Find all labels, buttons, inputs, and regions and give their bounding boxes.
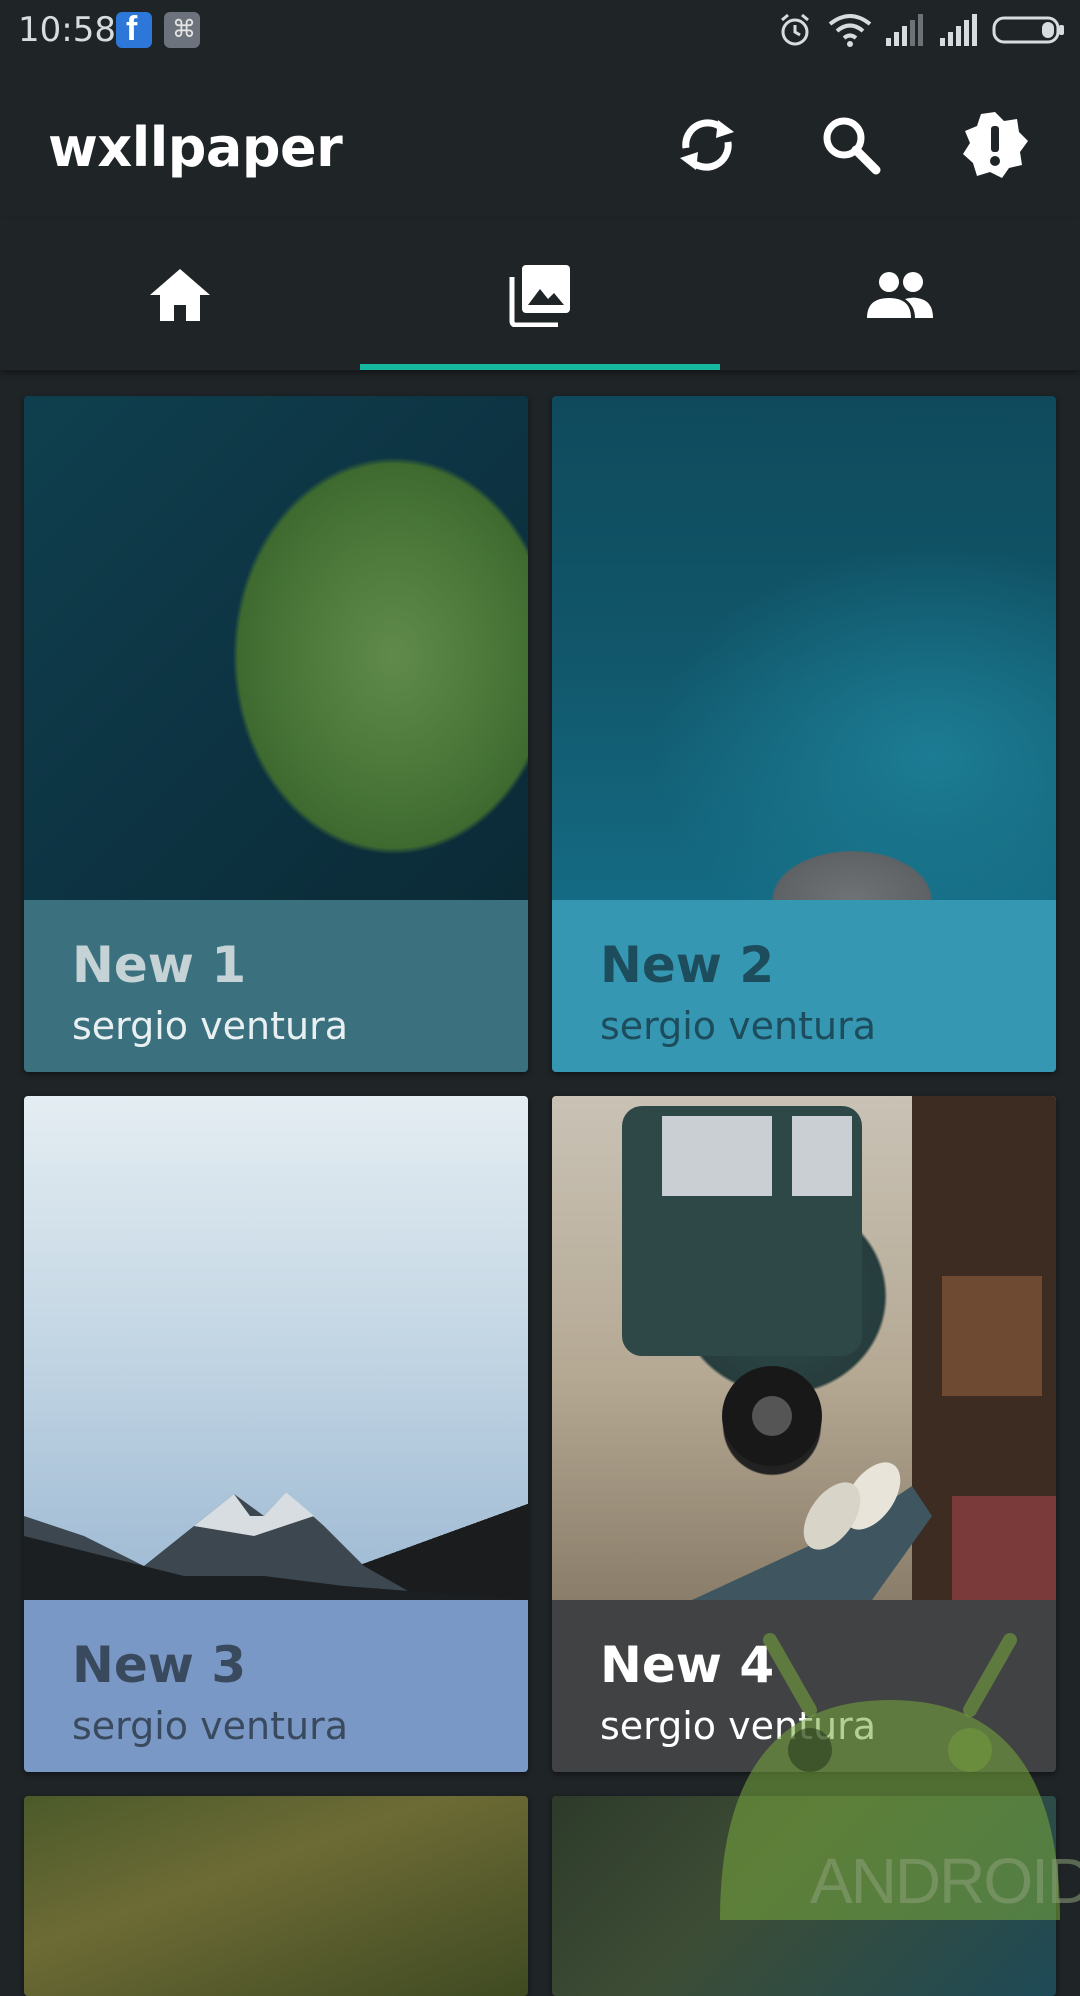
wallpaper-image	[24, 396, 528, 900]
wallpaper-image	[24, 1796, 528, 1996]
status-bar: 10:58 f ⌘	[0, 0, 1080, 60]
card-author: sergio ventura	[72, 1004, 348, 1048]
wallpaper-image	[552, 396, 1056, 900]
wallpaper-image	[24, 1096, 528, 1600]
alert-icon[interactable]	[960, 110, 1030, 180]
status-time: 10:58	[18, 10, 116, 50]
wifi-icon	[828, 14, 872, 47]
watermark-text: ANDROID	[810, 1845, 1080, 1917]
home-icon	[150, 269, 210, 321]
wallpaper-card[interactable]: New 2 sergio ventura	[552, 396, 1056, 1072]
people-icon	[867, 272, 933, 318]
app-bar: wxllpaper	[0, 60, 1080, 220]
card-caption: New 2 sergio ventura	[552, 900, 1056, 1072]
tab-people[interactable]	[720, 220, 1080, 370]
sync-icon[interactable]	[672, 110, 742, 180]
card-title: New 1	[72, 936, 247, 994]
search-icon[interactable]	[816, 110, 886, 180]
battery-icon	[992, 16, 1064, 44]
gallery-icon	[509, 265, 570, 327]
wallpaper-image	[552, 1096, 1056, 1600]
wallpaper-card[interactable]: New 1 sergio ventura	[24, 396, 528, 1072]
signal-icon	[886, 14, 923, 46]
wallpaper-card[interactable]: New 3 sergio ventura	[24, 1096, 528, 1772]
tab-bar	[0, 220, 1080, 370]
card-caption: New 3 sergio ventura	[24, 1600, 528, 1772]
mountain-art	[24, 1492, 528, 1600]
van-art	[622, 1096, 1056, 1600]
card-author: sergio ventura	[600, 1704, 876, 1748]
card-author: sergio ventura	[72, 1704, 348, 1748]
wallpaper-card[interactable]: New 4 sergio ventura	[552, 1096, 1056, 1772]
card-title: New 4	[600, 1636, 775, 1694]
card-title: New 2	[600, 936, 775, 994]
tab-home[interactable]	[0, 220, 360, 370]
tab-gallery[interactable]	[360, 220, 720, 370]
app-notification-icon: ⌘	[164, 12, 200, 48]
wallpaper-card[interactable]	[24, 1796, 528, 1996]
tab-indicator	[360, 364, 720, 370]
card-caption: New 1 sergio ventura	[24, 900, 528, 1072]
app-title: wxllpaper	[48, 116, 343, 179]
alarm-icon	[781, 13, 809, 46]
facebook-icon: f	[116, 10, 152, 48]
card-caption: New 4 sergio ventura	[552, 1600, 1056, 1772]
signal-icon	[940, 14, 977, 46]
card-author: sergio ventura	[600, 1004, 876, 1048]
card-title: New 3	[72, 1636, 247, 1694]
